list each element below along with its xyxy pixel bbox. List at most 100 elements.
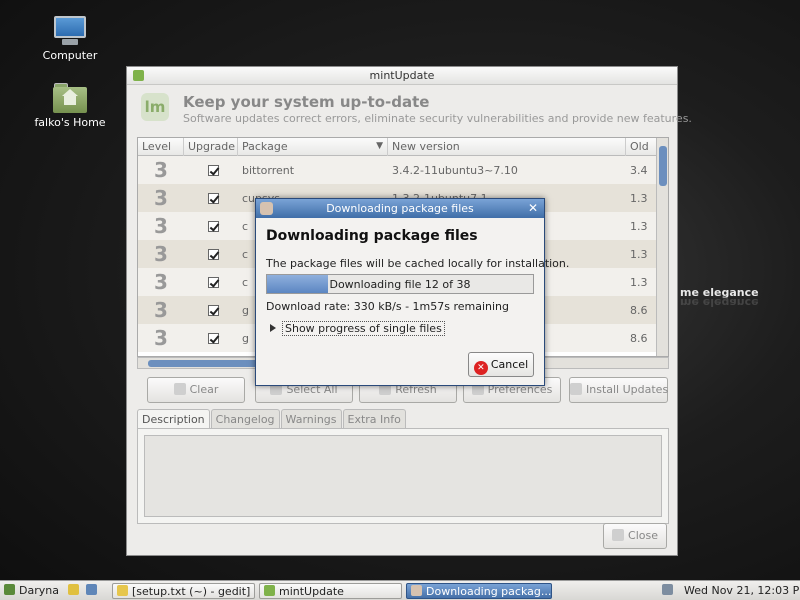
dialog-message: The package files will be cached locally… [266,257,570,270]
computer-icon [52,16,88,46]
cancel-button[interactable]: ✕ Cancel [468,352,534,377]
install-updates-button-label: Install Updates [586,383,669,396]
desktop-icon-label: falko's Home [34,116,106,129]
single-files-expander[interactable]: Show progress of single files [270,321,445,336]
launcher-edit[interactable] [68,583,83,599]
edit-icon [68,584,79,595]
row-old-version: 8.6 [630,331,648,345]
row-upgrade-cell [184,276,238,288]
tab-extra-info[interactable]: Extra Info [342,409,406,429]
tab-changelog[interactable]: Changelog [210,409,280,429]
row-level: 3 [154,326,168,350]
desktop-icon-computer[interactable]: Computer [30,16,110,62]
dialog-title: Downloading package files [326,202,474,215]
row-old-version: 1.3 [630,191,648,205]
info-tabs: Description Changelog Warnings Extra Inf… [137,409,407,430]
desktop-icon-home[interactable]: falko's Home [30,83,110,129]
cancel-button-label: Cancel [490,358,529,371]
row-old-version: 1.3 [630,275,648,289]
dialog-titlebar[interactable]: Downloading package files ✕ [256,199,544,218]
upgrade-checkbox[interactable] [207,164,219,176]
column-header-package[interactable]: Package ▼ [238,138,388,156]
expander-arrow-icon [270,324,276,332]
row-old-version: 1.3 [630,219,648,233]
upgrade-checkbox[interactable] [207,220,219,232]
window-title: mintUpdate [369,69,435,82]
table-header: Level Upgrade Package ▼ New version Old [138,138,668,156]
column-header-old-version[interactable]: Old [626,138,652,156]
download-rate: Download rate: 330 kB/s - 1m57s remainin… [266,300,510,313]
cancel-icon: ✕ [473,361,488,375]
row-new-version: 3.4.2-11ubuntu3~7.10 [392,163,518,177]
upgrade-checkbox[interactable] [207,192,219,204]
home-folder-icon [53,83,87,113]
column-header-new-version[interactable]: New version [388,138,626,156]
column-header-package-label: Package [242,140,288,153]
tab-description[interactable]: Description [137,409,210,430]
linux-mint-logo-icon: lm [141,93,169,121]
wallpaper-text-reflection: me elegance [680,296,759,309]
vertical-scrollbar-thumb[interactable] [659,146,667,186]
row-package: bittorrent [242,163,295,177]
close-icon [612,529,625,541]
row-upgrade-cell [184,248,238,260]
tab-warnings[interactable]: Warnings [280,409,342,429]
show-desktop-icon [86,584,97,595]
task-label: Downloading packag... [426,585,552,598]
column-header-level[interactable]: Level [138,138,184,156]
row-upgrade-cell [184,192,238,204]
close-button[interactable]: Close [603,523,667,549]
task-mintupdate[interactable]: mintUpdate [259,583,402,599]
install-updates-button[interactable]: Install Updates [569,377,668,403]
row-upgrade-cell [184,220,238,232]
description-textview[interactable] [144,435,662,517]
task-label: [setup.txt (~) - gedit] [132,585,251,598]
row-upgrade-cell [184,304,238,316]
install-icon [570,383,582,395]
column-header-upgrade[interactable]: Upgrade [184,138,238,156]
row-level: 3 [154,298,168,322]
row-old-version: 3.4 [630,163,648,177]
row-level: 3 [154,214,168,238]
gedit-icon [117,585,128,596]
window-titlebar[interactable]: mintUpdate [127,67,677,85]
progress-text: Downloading file 12 of 38 [329,278,471,291]
download-progress-bar: Downloading file 12 of 38 [266,274,534,294]
network-tray-icon[interactable] [662,583,677,599]
row-level: 3 [154,242,168,266]
row-old-version: 8.6 [630,303,648,317]
clear-icon [173,383,186,395]
upgrade-checkbox[interactable] [207,276,219,288]
launcher-desktop[interactable] [86,583,101,599]
desktop-icon-label: Computer [42,49,98,62]
dialog-heading: Downloading package files [266,228,478,244]
upgrade-checkbox[interactable] [207,248,219,260]
clock[interactable]: Wed Nov 21, 12:03 PM [684,583,800,599]
clear-button-label: Clear [189,383,219,396]
row-level: 3 [154,158,168,182]
upgrade-checkbox[interactable] [207,304,219,316]
task-downloading[interactable]: Downloading packag... [406,583,552,599]
menu-label: Daryna [19,584,59,597]
dialog-close-icon[interactable]: ✕ [528,201,538,215]
row-upgrade-cell [184,164,238,176]
task-label: mintUpdate [279,585,344,598]
row-level: 3 [154,186,168,210]
vertical-scrollbar[interactable] [656,138,668,356]
close-button-label: Close [628,529,658,542]
header-subtitle: Software updates correct errors, elimina… [183,112,692,125]
clear-button[interactable]: Clear [147,377,245,403]
download-dialog: Downloading package files ✕ Downloading … [255,198,569,386]
package-task-icon [411,585,422,596]
menu-button[interactable]: Daryna [4,583,59,599]
taskbar: Daryna [setup.txt (~) - gedit] mintUpdat… [0,580,800,600]
expander-label: Show progress of single files [282,321,445,336]
header-title: Keep your system up-to-date [183,93,430,111]
upgrade-checkbox[interactable] [207,332,219,344]
mintupdate-task-icon [264,585,275,596]
task-gedit[interactable]: [setup.txt (~) - gedit] [112,583,255,599]
row-old-version: 1.3 [630,247,648,261]
sort-descending-icon: ▼ [376,141,383,151]
table-row[interactable]: 3 bittorrent 3.4.2-11ubuntu3~7.10 3.4 [138,156,668,184]
row-level: 3 [154,270,168,294]
